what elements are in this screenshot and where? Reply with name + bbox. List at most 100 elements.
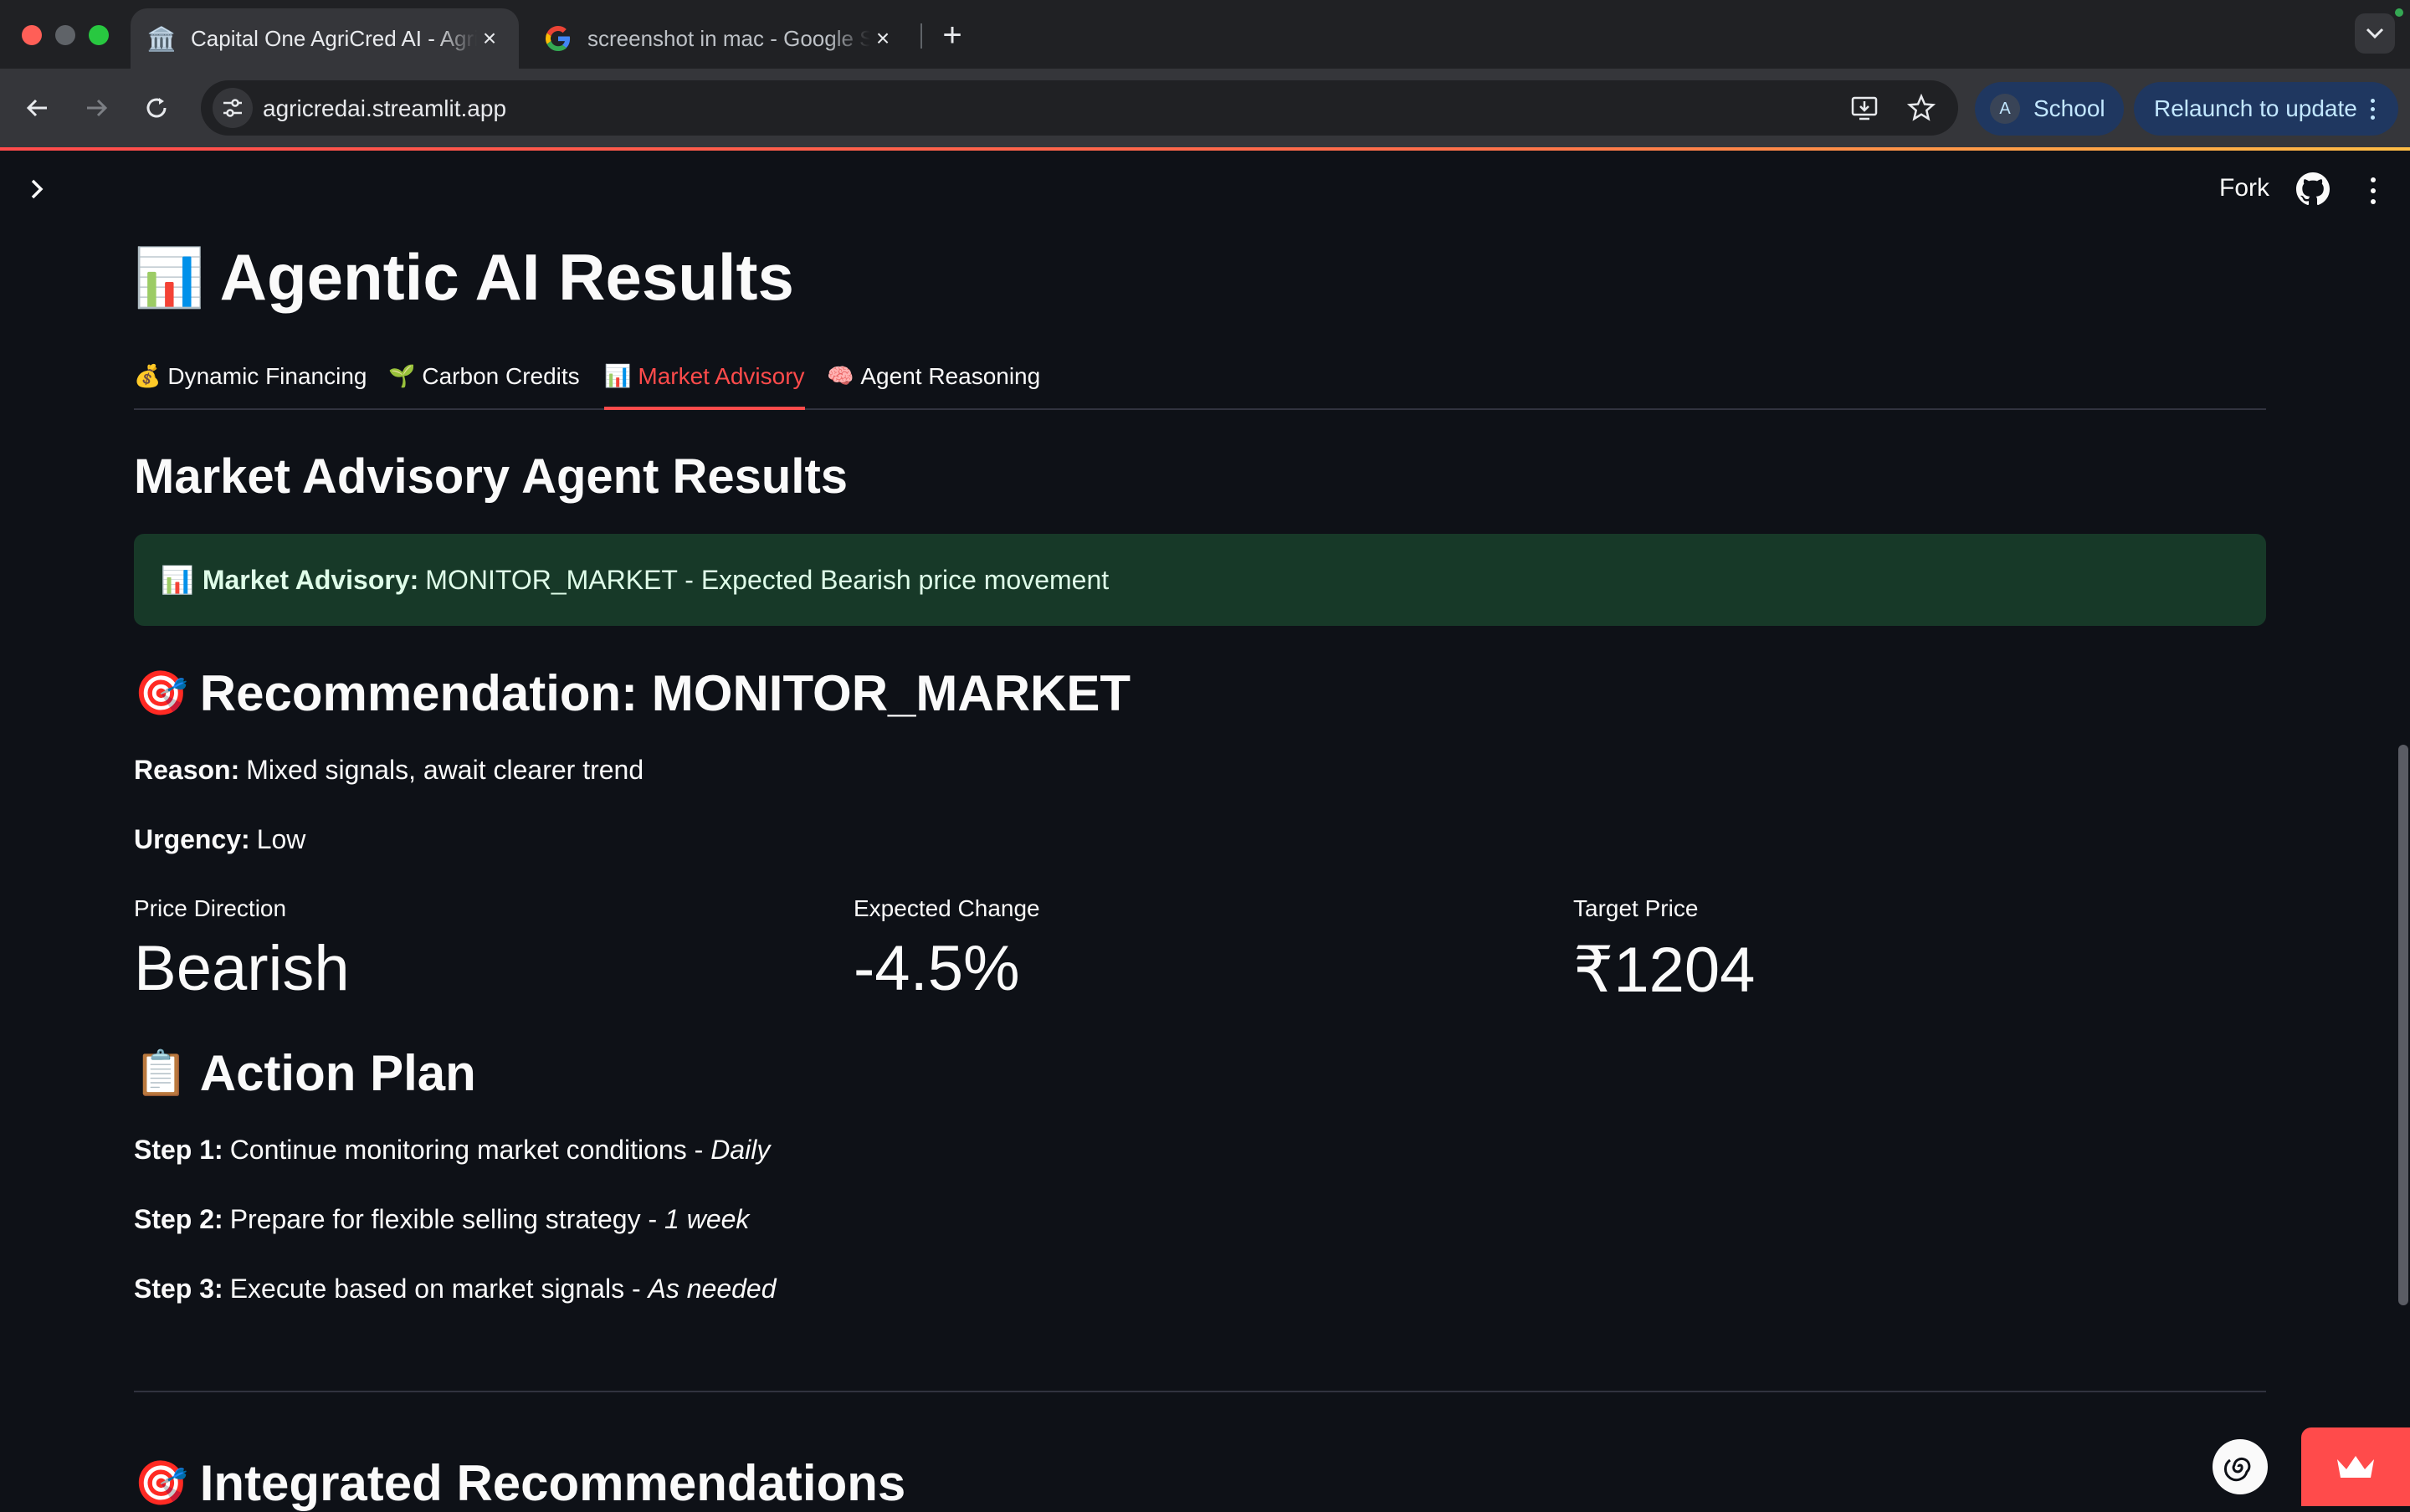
avatar: A — [1990, 94, 2020, 124]
new-tab-button[interactable]: + — [934, 17, 971, 54]
step-timing: 1 week — [664, 1204, 750, 1234]
reason-label: Reason: — [134, 755, 240, 785]
tab-label: Dynamic Financing — [167, 363, 367, 389]
tune-icon — [223, 99, 242, 117]
reason-line: Reason: Mixed signals, await clearer tren… — [134, 755, 644, 786]
back-button[interactable] — [17, 87, 59, 129]
site-info-button[interactable] — [213, 88, 253, 128]
arrow-right-icon — [87, 99, 108, 117]
profile-name: School — [2033, 95, 2105, 121]
reload-icon — [146, 98, 167, 118]
minimize-window-button[interactable] — [55, 25, 75, 45]
address-bar[interactable]: agricredai.streamlit.app — [201, 80, 1958, 136]
recommendation-heading-text: Recommendation: MONITOR_MARKET — [199, 665, 1131, 721]
page-title-text: Agentic AI Results — [219, 240, 794, 314]
crown-icon — [2337, 1456, 2374, 1478]
app-header: Fork — [0, 151, 2410, 226]
urgency-line: Urgency: Low — [134, 824, 305, 855]
reason-value: Mixed signals, await clearer trend — [246, 755, 644, 785]
target-icon: 🎯 — [134, 669, 188, 718]
metric-value: Bearish — [134, 933, 350, 1004]
metric-label: Target Price — [1573, 895, 1699, 921]
urgency-value: Low — [256, 824, 306, 854]
step-timing: As needed — [648, 1274, 777, 1304]
metric-expected-change: Expected Change -4.5% — [854, 895, 1040, 1005]
action-plan-heading-text: Action Plan — [199, 1045, 476, 1101]
section-title: Market Advisory Agent Results — [134, 449, 849, 504]
forward-button[interactable] — [75, 87, 117, 129]
alert-text: MONITOR_MARKET - Expected Bearish price … — [425, 564, 1110, 595]
kebab-menu-icon — [2370, 98, 2375, 120]
seedling-icon: 🌱 — [388, 363, 416, 388]
browser-toolbar: agricredai.streamlit.app A School Relaun… — [0, 69, 2410, 147]
step-label: Step 1: — [134, 1135, 223, 1165]
target-icon: 🎯 — [134, 1459, 188, 1508]
profile-button[interactable]: A School — [1975, 82, 2124, 136]
bar-chart-icon: 📊 — [161, 565, 194, 595]
update-indicator — [2395, 8, 2403, 17]
chevron-down-icon — [2366, 28, 2384, 39]
bookmark-button[interactable] — [1905, 91, 1938, 125]
metric-label: Price Direction — [134, 895, 287, 921]
tab-label: Carbon Credits — [422, 363, 580, 389]
success-alert: 📊 Market Advisory: MONITOR_MARKET - Expe… — [134, 534, 2266, 626]
tab-search-button[interactable] — [2355, 13, 2395, 54]
tab-separator — [920, 23, 922, 49]
reload-button[interactable] — [136, 87, 177, 129]
integrated-heading-text: Integrated Recommendations — [199, 1455, 906, 1511]
relaunch-button[interactable]: Relaunch to update — [2134, 82, 2398, 136]
bar-chart-icon: 📊 — [134, 245, 205, 310]
chat-button[interactable] — [2213, 1439, 2268, 1494]
clipboard-icon: 📋 — [134, 1049, 188, 1098]
close-window-button[interactable] — [22, 25, 42, 45]
browser-tab-agricred[interactable]: 🏛️ Capital One AgriCred AI - AgriCred × — [131, 8, 519, 69]
tab-title: screenshot in mac - Google Search — [587, 25, 870, 51]
install-app-button[interactable] — [1848, 91, 1881, 125]
metric-label: Expected Change — [854, 895, 1040, 921]
google-icon — [544, 24, 572, 53]
bar-chart-icon: 📊 — [604, 363, 632, 388]
page-scrollbar[interactable] — [2398, 745, 2408, 1305]
tab-market-advisory[interactable]: 📊 Market Advisory — [604, 353, 805, 410]
close-tab-icon[interactable]: × — [870, 25, 895, 51]
action-step: Step 2: Prepare for flexible selling stra… — [134, 1204, 749, 1235]
sidebar-toggle-button[interactable] — [22, 174, 52, 204]
results-tabs: 💰 Dynamic Financing 🌱 Carbon Credits 📊 M… — [134, 353, 2266, 410]
integrated-heading: 🎯 Integrated Recommendations — [134, 1454, 905, 1512]
metric-value: -4.5% — [854, 933, 1020, 1004]
tab-label: Agent Reasoning — [860, 363, 1041, 389]
alert-label: Market Advisory: — [202, 564, 419, 595]
arrow-left-icon — [26, 99, 47, 117]
star-icon — [1907, 94, 1936, 121]
action-step: Step 1: Continue monitoring market condit… — [134, 1135, 770, 1166]
metric-value: ₹1204 — [1573, 935, 1756, 1006]
spiral-icon — [2223, 1457, 2251, 1482]
browser-tab-strip: 🏛️ Capital One AgriCred AI - AgriCred × … — [0, 0, 2410, 69]
step-label: Step 2: — [134, 1204, 223, 1234]
maximize-window-button[interactable] — [89, 25, 109, 45]
github-icon[interactable] — [2296, 172, 2330, 206]
install-icon — [1851, 96, 1878, 120]
tab-title: Capital One AgriCred AI - AgriCred — [191, 25, 477, 51]
metric-price-direction: Price Direction Bearish — [134, 895, 350, 1005]
step-timing: Daily — [710, 1135, 771, 1165]
tab-carbon-credits[interactable]: 🌱 Carbon Credits — [388, 353, 580, 408]
urgency-label: Urgency: — [134, 824, 250, 854]
bank-icon: 🏛️ — [146, 25, 177, 52]
fork-button[interactable]: Fork — [2219, 174, 2269, 202]
tab-dynamic-financing[interactable]: 💰 Dynamic Financing — [134, 353, 367, 408]
streamlit-badge[interactable] — [2301, 1427, 2410, 1506]
browser-tab-google[interactable]: screenshot in mac - Google Search × — [527, 8, 912, 69]
close-tab-icon[interactable]: × — [477, 25, 502, 51]
action-step: Step 3: Execute based on market signals -… — [134, 1274, 777, 1304]
tab-agent-reasoning[interactable]: 🧠 Agent Reasoning — [827, 353, 1040, 408]
step-text: Execute based on market signals - — [229, 1274, 641, 1304]
recommendation-heading: 🎯 Recommendation: MONITOR_MARKET — [134, 664, 1131, 722]
step-label: Step 3: — [134, 1274, 223, 1304]
relaunch-label: Relaunch to update — [2154, 95, 2357, 121]
step-text: Prepare for flexible selling strategy - — [229, 1204, 658, 1234]
kebab-menu-icon[interactable] — [2358, 174, 2388, 208]
step-text: Continue monitoring market conditions - — [229, 1135, 704, 1165]
section-divider — [134, 1391, 2266, 1392]
page-title: 📊 Agentic AI Results — [134, 239, 794, 315]
